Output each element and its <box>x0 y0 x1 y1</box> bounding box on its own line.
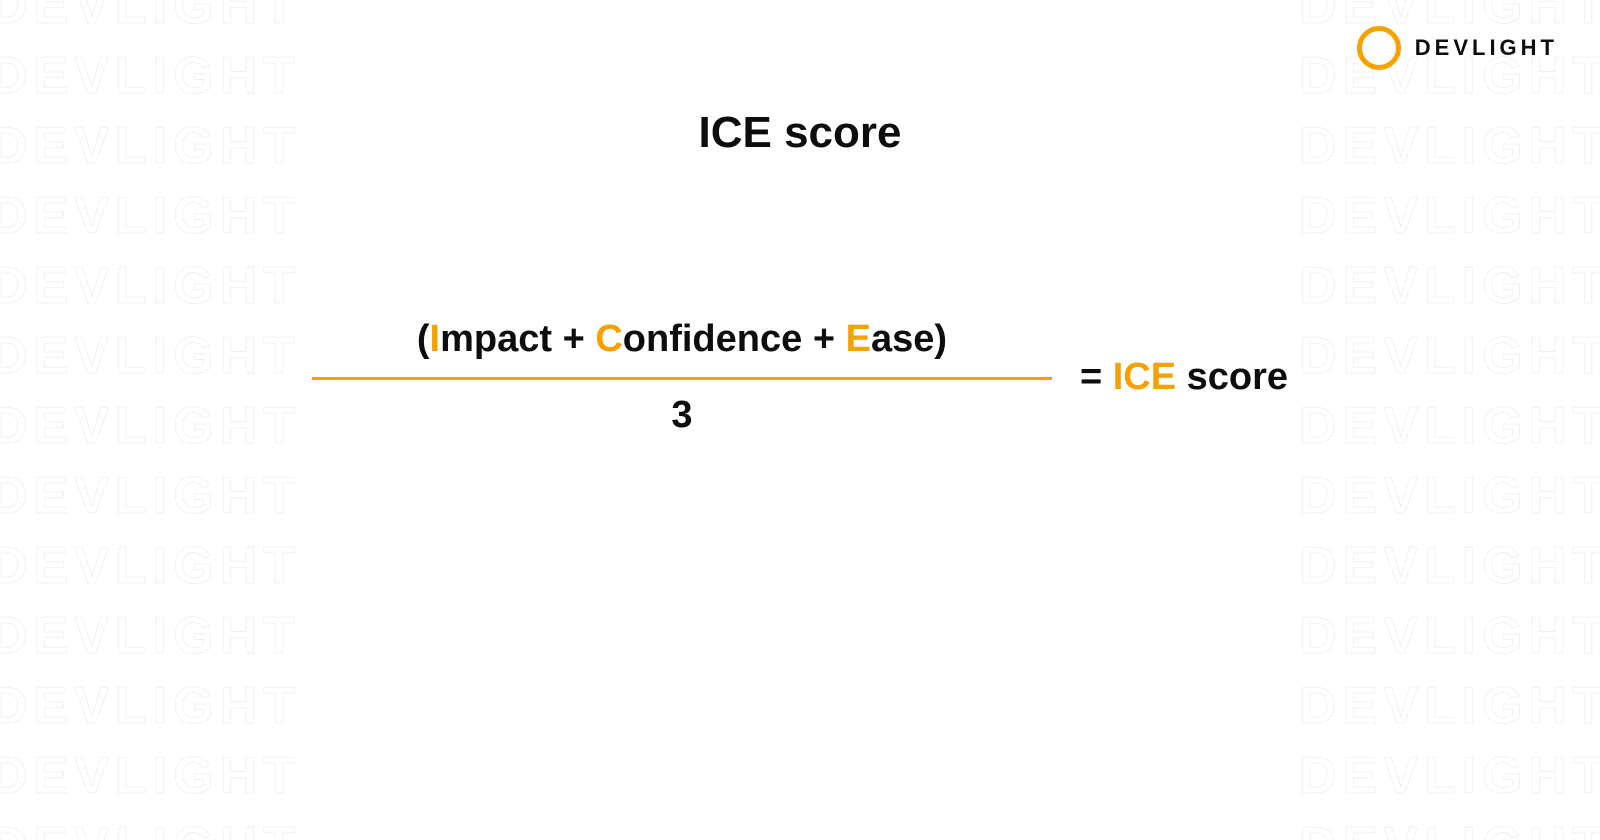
impact-rest: mpact <box>440 318 552 360</box>
score-word: score <box>1176 356 1288 398</box>
watermark-word: DEVLIGHT <box>1299 190 1600 242</box>
watermark-word: DEVLIGHT <box>1299 820 1600 840</box>
brand-logo: DEVLIGHT <box>1357 26 1558 70</box>
watermark-word: DEVLIGHT <box>1299 470 1600 522</box>
watermark-word: DEVLIGHT <box>0 680 301 732</box>
formula-numerator: (Impact + Confidence + Ease) <box>411 318 953 377</box>
plus-2: + <box>802 318 845 360</box>
ease-rest: ase <box>871 318 934 360</box>
brand-logo-text: DEVLIGHT <box>1415 35 1558 61</box>
watermark-word: DEVLIGHT <box>0 190 301 242</box>
watermark-word: DEVLIGHT <box>1299 750 1600 802</box>
watermark-word: DEVLIGHT <box>0 820 301 840</box>
slide-title: ICE score <box>0 108 1600 158</box>
impact-initial: I <box>430 318 441 360</box>
formula-fraction: (Impact + Confidence + Ease) 3 <box>312 318 1052 437</box>
ease-initial: E <box>846 318 871 360</box>
plus-1: + <box>552 318 595 360</box>
watermark-word: DEVLIGHT <box>1299 540 1600 592</box>
formula: (Impact + Confidence + Ease) 3 = ICE sco… <box>0 318 1600 437</box>
paren-open: ( <box>417 318 430 360</box>
formula-result: = ICE score <box>1080 356 1288 399</box>
brand-logo-icon <box>1357 26 1401 70</box>
watermark-word: DEVLIGHT <box>0 470 301 522</box>
watermark-word: DEVLIGHT <box>1299 610 1600 662</box>
formula-denominator: 3 <box>671 380 692 437</box>
watermark-word: DEVLIGHT <box>0 610 301 662</box>
confidence-rest: onfidence <box>623 318 802 360</box>
watermark-word: DEVLIGHT <box>1299 260 1600 312</box>
watermark-word: DEVLIGHT <box>0 50 301 102</box>
watermark-word: DEVLIGHT <box>0 750 301 802</box>
watermark-word: DEVLIGHT <box>0 540 301 592</box>
watermark-word: DEVLIGHT <box>0 260 301 312</box>
confidence-initial: C <box>595 318 622 360</box>
ice-acronym: ICE <box>1113 356 1176 398</box>
paren-close: ) <box>934 318 947 360</box>
equals-sign: = <box>1080 356 1113 398</box>
watermark-word: DEVLIGHT <box>1299 680 1600 732</box>
watermark-word: DEVLIGHT <box>0 0 301 32</box>
